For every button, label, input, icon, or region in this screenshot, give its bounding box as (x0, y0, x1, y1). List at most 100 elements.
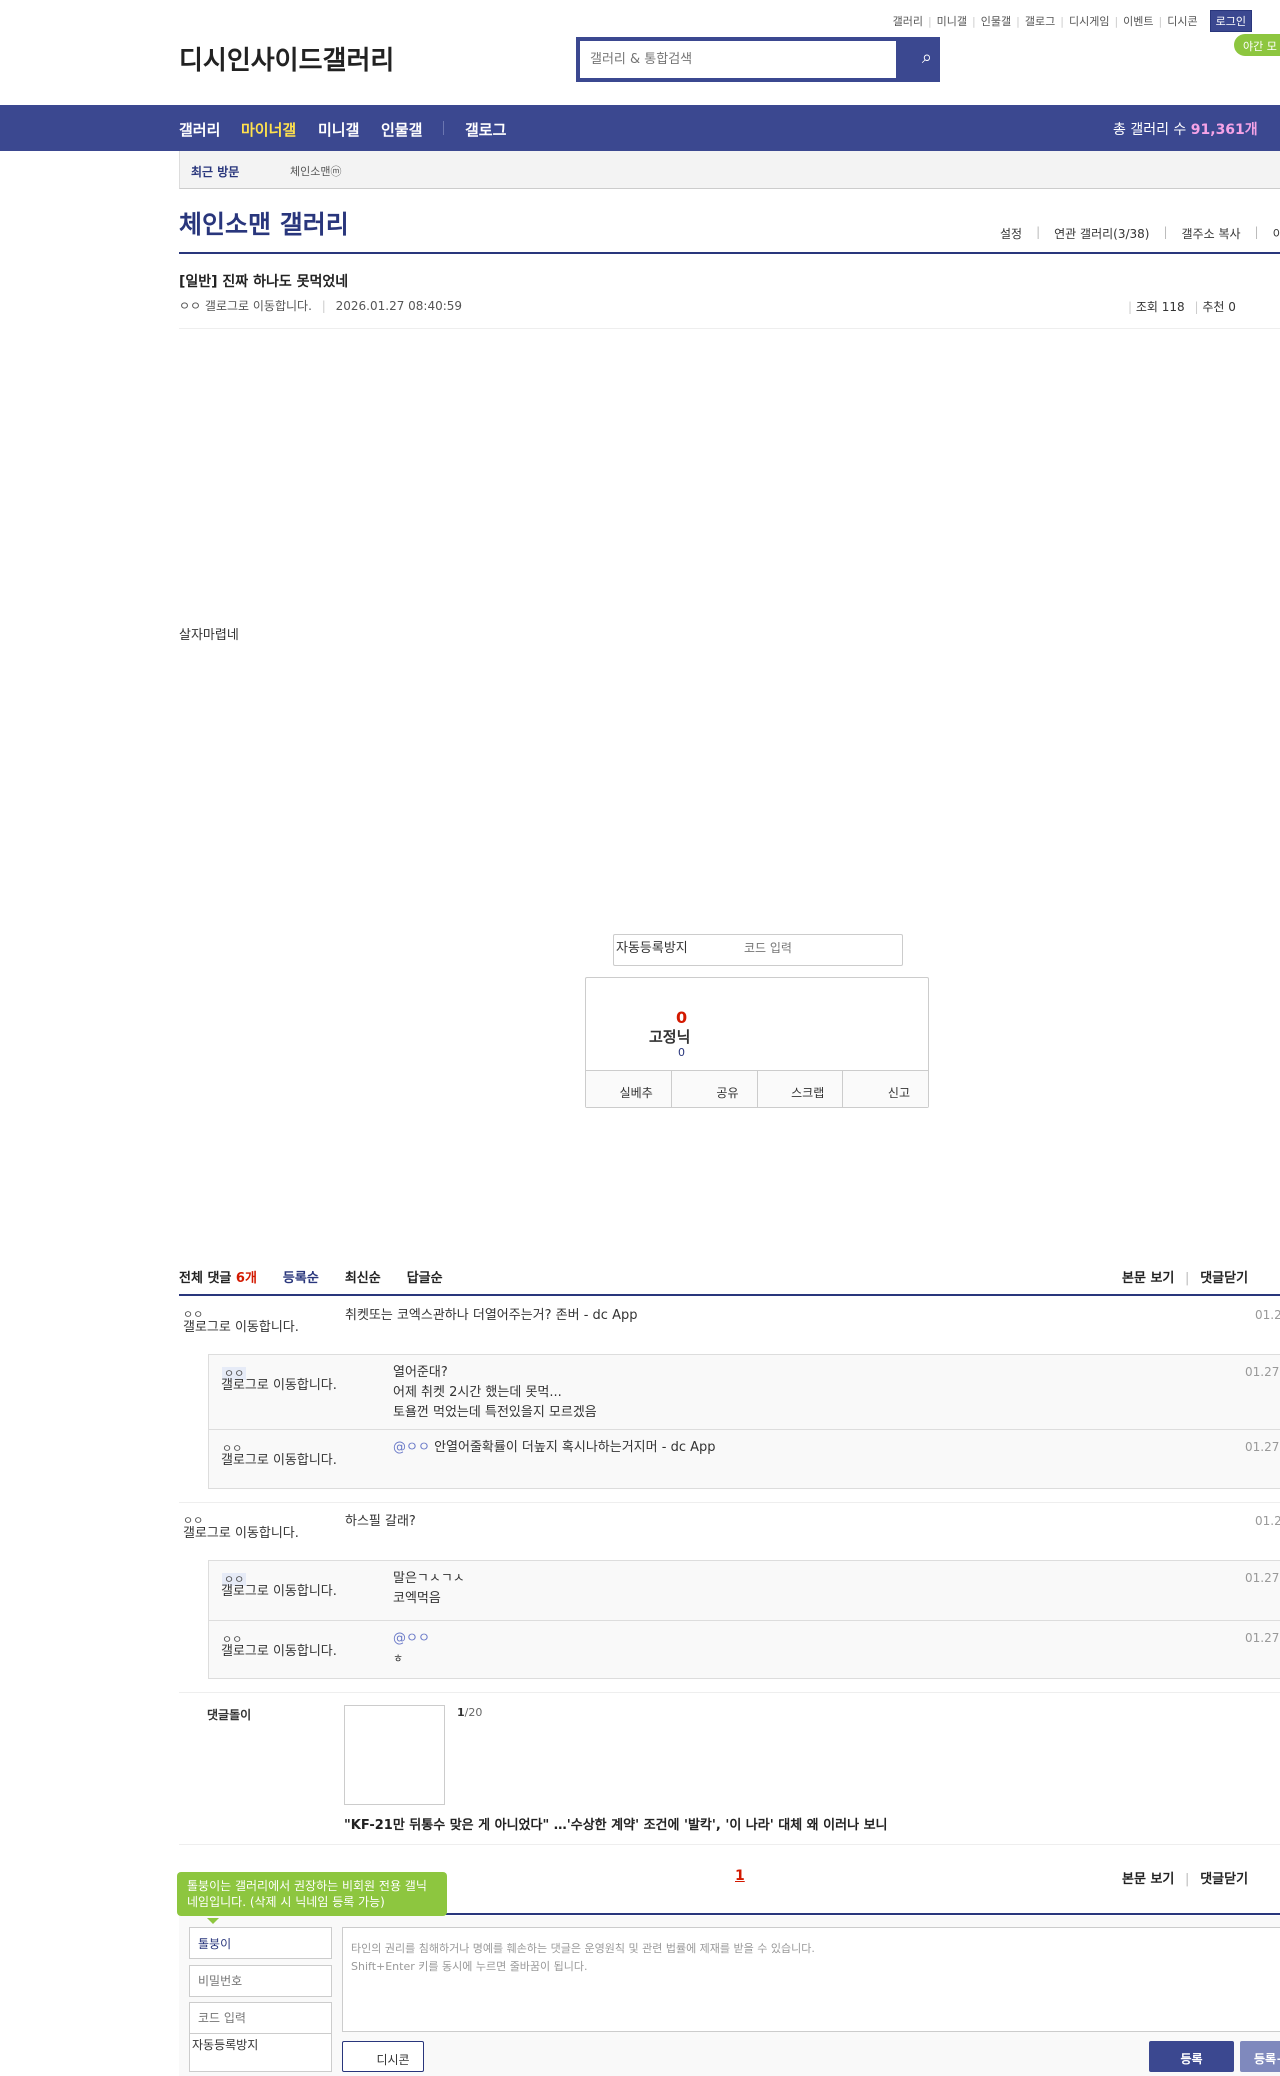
comments-header: 전체 댓글 6개 등록순 최신순 답글순 (179, 1267, 443, 1286)
meta-divider (179, 328, 1280, 329)
reply: ㅇㅇ 갤로그로 이동합니다. @ㅇㅇ ㅎ 01.27 (208, 1620, 1280, 1679)
post-author[interactable]: ㅇㅇ (179, 299, 201, 313)
comment-text: 취켓또는 코엑스관하나 더열어주는거? 존버 - dc App (345, 1308, 638, 1323)
bot-headline[interactable]: "KF-21만 뒤통수 맞은 게 아니었다" …'수상한 계약' 조건에 '발칵… (344, 1814, 888, 1833)
captcha-box: 자동등록방지 (613, 934, 903, 966)
logo-brand: 디시인사이드 (179, 46, 323, 76)
reply-text-line: 안열어줄확률이 더높지 혹시나하는거지머 - dc App (434, 1440, 716, 1455)
gallog-link[interactable]: 갤로그로 이동합니다. (205, 299, 312, 313)
comment-total-label: 전체 댓글 (179, 1271, 236, 1286)
search-icon[interactable]: ⌕ (922, 47, 932, 68)
post-title: [일반] 진짜 하나도 못먹었네 (179, 274, 349, 290)
comments-divider (179, 1294, 1280, 1296)
recent-label: 최근 방문 (191, 165, 240, 179)
captcha-input[interactable] (744, 941, 894, 955)
gallog-link[interactable]: 갤로그로 이동합니다. (183, 1321, 313, 1335)
related-gallery-link[interactable]: 연관 갤러리(3/38) (1054, 225, 1149, 242)
comment-total: 전체 댓글 6개 (179, 1267, 257, 1286)
search-input[interactable] (580, 41, 896, 78)
reply: ㅇㅇ 갤로그로 이동합니다. 열어준대? 어제 취켓 2시간 했는데 못먹...… (208, 1354, 1280, 1429)
night-mode-toggle[interactable]: 야간 모드 (1234, 34, 1280, 69)
usage-link[interactable]: 이용 (1273, 225, 1280, 242)
bot-page: 1 (457, 1706, 465, 1719)
search-box: ⌕ (576, 37, 940, 82)
best-recommend-button[interactable]: 실베추 (586, 1071, 672, 1107)
sort-latest[interactable]: 최신순 (345, 1267, 381, 1286)
nav-gallog[interactable]: 갤로그 (465, 119, 506, 140)
nav-divider (443, 121, 444, 135)
gallog-link[interactable]: 갤로그로 이동합니다. (221, 1379, 351, 1393)
comment-bot-label: 댓글돌이 (207, 1708, 252, 1722)
nav-mini[interactable]: 미니갤 (318, 119, 359, 140)
title-divider (179, 252, 1280, 254)
password-input[interactable] (189, 1965, 332, 1997)
post-meta: ㅇㅇ 갤로그로 이동합니다. | 2026.01.27 08:40:59 (179, 299, 463, 313)
nav-minor[interactable]: 마이너갤 (241, 119, 296, 140)
post-body: 살자마렵네 (179, 628, 239, 643)
comment-actions: 본문 보기 | 댓글닫기 (1122, 1271, 1249, 1286)
reply: ㅇㅇ 갤로그로 이동합니다. @ㅇㅇ 안열어줄확률이 더높지 혹시나하는거지머 … (208, 1429, 1280, 1489)
bot-pager: 1/20 (457, 1706, 482, 1719)
total-label: 총 갤러리 수 (1113, 122, 1191, 138)
bot-thumbnail[interactable] (344, 1705, 445, 1805)
recommend-count: 추천 0 (1202, 300, 1236, 314)
nickname-input[interactable] (189, 1927, 332, 1959)
bot-divider (179, 1844, 1280, 1845)
gallog-link[interactable]: 갤로그로 이동합니다. (221, 1645, 351, 1659)
main-nav: 갤러리 마이너갤 미니갤 인물갤 갤로그 총 갤러리 수 91,361개 (0, 105, 1280, 151)
dccon-image: ㅎ (393, 1652, 404, 1665)
comment-text: 하스필 갈래? (345, 1514, 416, 1529)
comment-date: 01.27 (1255, 1308, 1280, 1322)
nav-person[interactable]: 인물갤 (381, 119, 422, 140)
settings-link[interactable]: 설정 (1000, 225, 1022, 242)
reply-mention[interactable]: @ㅇㅇ (393, 1631, 430, 1646)
upvote-count[interactable]: 0 (676, 1008, 687, 1027)
recent-item[interactable]: 체인소맨ⓜ (290, 163, 341, 179)
report-button[interactable]: 신고 (843, 1071, 928, 1107)
comment-divider (179, 1692, 1280, 1693)
logo[interactable]: 디시인사이드갤러리 (179, 40, 394, 77)
submit-recommend-button[interactable]: 등록+추천 (1240, 2041, 1280, 2072)
submit-button[interactable]: 등록 (1149, 2041, 1234, 2072)
scrap-button[interactable]: 스크랩 (758, 1071, 844, 1107)
sort-registered[interactable]: 등록순 (283, 1267, 319, 1286)
nav-gallery[interactable]: 갤러리 (179, 119, 220, 140)
util-link-person[interactable]: 인물갤 (981, 13, 1011, 29)
reply-text-line: 어제 취켓 2시간 했는데 못먹... (393, 1385, 562, 1400)
recommend-box: 0 고정닉 0 실베추 공유 스크랩 신고 (585, 977, 929, 1108)
util-link-dccon[interactable]: 디시콘 (1167, 13, 1197, 29)
gallog-link[interactable]: 갤로그로 이동합니다. (183, 1527, 313, 1541)
view-body-link[interactable]: 본문 보기 (1122, 1872, 1174, 1887)
reply-text-line: 열어준대? (393, 1365, 448, 1380)
close-comments-link[interactable]: 댓글닫기 (1200, 1872, 1248, 1887)
gallog-link[interactable]: 갤로그로 이동합니다. (221, 1454, 351, 1468)
copy-address-link[interactable]: 갤주소 복사 (1182, 225, 1241, 242)
close-comments-link[interactable]: 댓글닫기 (1200, 1271, 1248, 1286)
utility-links: 갤러리 | 미니갤 | 인물갤 | 갤로그 | 디시게임 | 이벤트 | 디시콘 로그인 (893, 10, 1252, 32)
code-input[interactable] (189, 2002, 332, 2034)
login-button[interactable]: 로그인 (1209, 10, 1252, 32)
sort-replies[interactable]: 답글순 (407, 1267, 443, 1286)
gallog-link[interactable]: 갤로그로 이동합니다. (221, 1585, 351, 1599)
page-1[interactable]: 1 (735, 1868, 745, 1884)
comment-textarea[interactable]: 타인의 권리를 침해하거나 명예를 훼손하는 댓글은 운영원칙 및 관련 법률에… (342, 1927, 1280, 2032)
dccon-button[interactable]: 디시콘 (342, 2041, 424, 2072)
bot-total: /20 (464, 1706, 483, 1719)
util-link-minigall[interactable]: 미니갤 (937, 13, 967, 29)
comment-actions-bottom: 본문 보기 | 댓글닫기 (1122, 1872, 1249, 1887)
total-gallery-count: 총 갤러리 수 91,361개 (1113, 119, 1258, 139)
util-link-gallery[interactable]: 갤러리 (893, 13, 923, 29)
util-link-event[interactable]: 이벤트 (1123, 13, 1153, 29)
share-button[interactable]: 공유 (672, 1071, 758, 1107)
util-link-gallog[interactable]: 갤로그 (1025, 13, 1055, 29)
view-count: 조회 118 (1135, 300, 1185, 314)
view-body-link[interactable]: 본문 보기 (1122, 1271, 1174, 1286)
logo-gallery: 갤러리 (322, 46, 395, 76)
util-link-game[interactable]: 디시게임 (1069, 13, 1109, 29)
reply-date: 01.27 (1245, 1365, 1280, 1379)
reply-mention[interactable]: @ㅇㅇ (393, 1440, 430, 1455)
captcha-image: 자동등록방지 (189, 2033, 332, 2072)
nickname-tooltip: 톨붕이는 갤러리에서 권장하는 비회원 전용 갤닉네임입니다. (삭제 시 닉네… (177, 1872, 447, 1924)
gallery-title[interactable]: 체인소맨 갤러리 (179, 205, 349, 241)
comment-divider (179, 1502, 1280, 1503)
